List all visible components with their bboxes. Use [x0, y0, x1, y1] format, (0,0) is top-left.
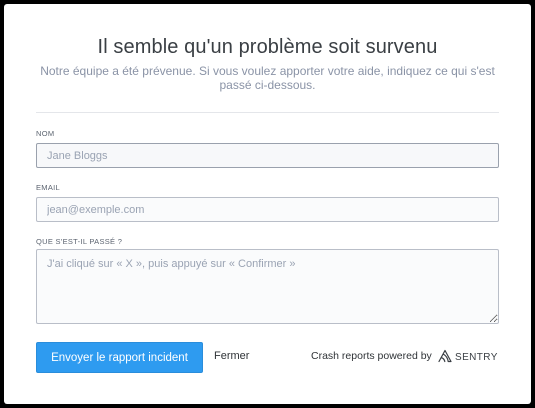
crash-report-dialog: Il semble qu'un problème soit survenu No… — [4, 4, 531, 404]
sentry-logo-icon — [438, 349, 452, 363]
name-input[interactable] — [36, 143, 499, 168]
email-input[interactable] — [36, 197, 499, 222]
name-label: Nom — [36, 129, 55, 138]
dialog-subtitle: Notre équipe a été prévenue. Si vous vou… — [40, 64, 495, 92]
header-divider — [36, 112, 499, 113]
submit-report-button[interactable]: Envoyer le rapport incident — [36, 342, 203, 373]
email-label: Email — [36, 183, 61, 192]
dialog-title: Il semble qu'un problème soit survenu — [97, 36, 438, 58]
close-button[interactable]: Fermer — [214, 350, 249, 362]
comments-textarea[interactable] — [36, 249, 499, 324]
sentry-brand-name: SENTRY — [455, 352, 498, 363]
powered-by-text: Crash reports powered by — [311, 350, 432, 362]
comments-label: Que s'est-il passé ? — [36, 237, 123, 246]
